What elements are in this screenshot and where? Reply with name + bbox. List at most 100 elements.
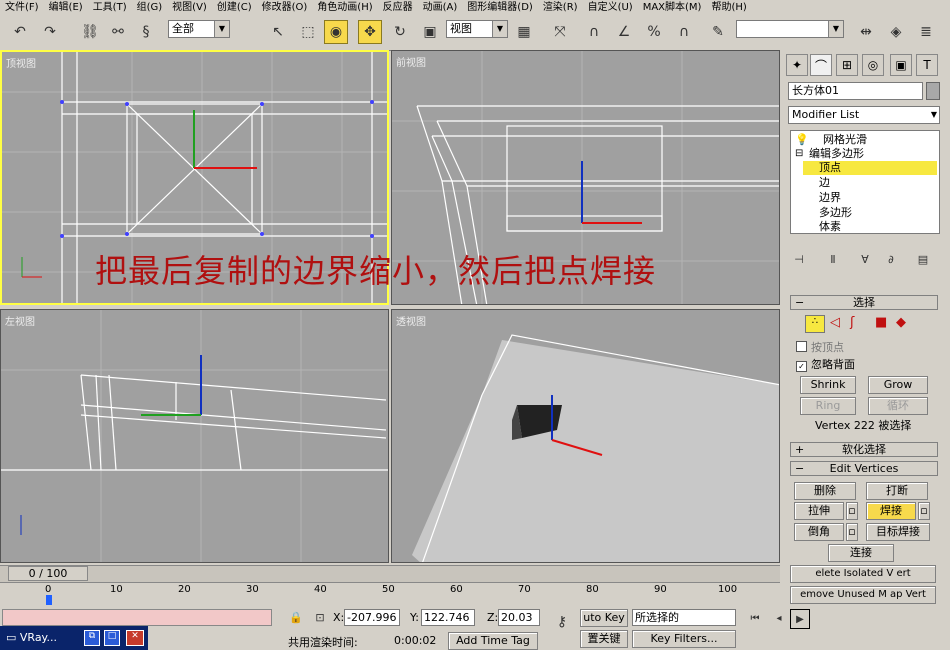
motion-tab-icon[interactable]: ◎ bbox=[862, 54, 884, 76]
stack-item-element[interactable]: 体素 bbox=[819, 220, 841, 234]
key-filters-button[interactable]: Key Filters... bbox=[632, 630, 736, 648]
menu-group[interactable]: 组(G) bbox=[132, 1, 168, 15]
select-object-icon[interactable]: ↖ bbox=[266, 20, 290, 44]
make-unique-icon[interactable]: ∀ bbox=[856, 250, 874, 268]
by-vertex-checkbox[interactable]: 按顶点 bbox=[796, 339, 844, 355]
rectangle-selection-icon[interactable]: ⬚ bbox=[296, 20, 320, 44]
menu-maxscript[interactable]: MAX脚本(M) bbox=[638, 1, 707, 15]
display-tab-icon[interactable]: ▣ bbox=[890, 54, 912, 76]
layer-manager-icon[interactable]: ≣ bbox=[914, 20, 938, 44]
selection-filter-dropdown[interactable]: 全部 ▼ bbox=[168, 20, 230, 38]
stack-item-meshsmooth[interactable]: 网格光滑 bbox=[823, 133, 867, 147]
viewport-perspective[interactable]: 透视图 bbox=[391, 309, 780, 563]
chamfer-settings-button[interactable]: ▫ bbox=[846, 523, 858, 541]
absolute-mode-icon[interactable]: ⊡ bbox=[312, 609, 328, 625]
loop-button[interactable]: 循环 bbox=[868, 397, 928, 415]
previous-frame-icon[interactable]: ◂ bbox=[770, 609, 788, 627]
break-button[interactable]: 打断 bbox=[866, 482, 928, 500]
target-weld-button[interactable]: 目标焊接 bbox=[866, 523, 930, 541]
object-color-swatch[interactable] bbox=[926, 82, 940, 100]
reference-coordinate-dropdown[interactable]: 视图 ▼ bbox=[446, 20, 508, 38]
vertex-mode-icon[interactable]: ∴ bbox=[805, 315, 825, 333]
rollout-soft-selection[interactable]: + 软化选择 bbox=[790, 442, 938, 457]
link-icon[interactable]: ⛓ bbox=[78, 20, 102, 44]
stack-item-vertex[interactable]: 顶点 bbox=[803, 161, 937, 175]
play-icon[interactable]: ▶ bbox=[790, 609, 810, 629]
select-manipulate-icon[interactable]: ⤧ bbox=[548, 20, 572, 44]
scale-icon[interactable]: ▣ bbox=[418, 20, 442, 44]
extrude-settings-button[interactable]: ▫ bbox=[846, 502, 858, 520]
remove-modifier-icon[interactable]: ∂ bbox=[882, 250, 900, 268]
track-bar[interactable]: 0 10 20 30 40 50 60 70 80 90 100 bbox=[0, 582, 780, 607]
unlink-icon[interactable]: ⚯ bbox=[106, 20, 130, 44]
edge-mode-icon[interactable]: ◁ bbox=[830, 315, 840, 330]
z-coordinate-field[interactable]: 20.03 bbox=[498, 609, 540, 626]
taskbar-item-vray[interactable]: ▭ VRay... bbox=[6, 631, 57, 644]
redo-icon[interactable]: ↷ bbox=[38, 20, 62, 44]
configure-sets-icon[interactable]: ▤ bbox=[914, 250, 932, 268]
object-name-field[interactable]: 长方体01 bbox=[788, 82, 923, 100]
key-mode-dropdown[interactable]: 所选择的 bbox=[632, 609, 736, 626]
menu-reactor[interactable]: 反应器 bbox=[378, 1, 418, 15]
grow-button[interactable]: Grow bbox=[868, 376, 928, 394]
auto-key-button[interactable]: uto Key bbox=[580, 609, 628, 627]
close-icon[interactable]: ✕ bbox=[126, 630, 144, 646]
x-coordinate-field[interactable]: -207.996 bbox=[344, 609, 400, 626]
rollout-selection[interactable]: − 选择 bbox=[790, 295, 938, 310]
angle-snap-icon[interactable]: ∠ bbox=[612, 20, 636, 44]
hierarchy-tab-icon[interactable]: ⊞ bbox=[836, 54, 858, 76]
time-slider[interactable]: 0 / 100 bbox=[0, 565, 780, 583]
stack-item-edit-poly[interactable]: 编辑多边形 bbox=[809, 147, 864, 161]
viewport-left[interactable]: 左视图 bbox=[0, 309, 389, 563]
collapse-toggle-icon[interactable]: ⊟ bbox=[795, 147, 803, 161]
menu-animation[interactable]: 动画(A) bbox=[418, 1, 463, 15]
menu-edit[interactable]: 编辑(E) bbox=[44, 1, 88, 15]
utilities-tab-icon[interactable]: T bbox=[916, 54, 938, 76]
mirror-icon[interactable]: ⇹ bbox=[854, 20, 878, 44]
rotate-icon[interactable]: ↻ bbox=[388, 20, 412, 44]
lightbulb-icon[interactable]: 💡 bbox=[795, 133, 809, 147]
remove-button[interactable]: 删除 bbox=[794, 482, 856, 500]
chamfer-button[interactable]: 倒角 bbox=[794, 523, 844, 541]
edit-named-selection-icon[interactable]: ✎ bbox=[706, 20, 730, 44]
menu-views[interactable]: 视图(V) bbox=[167, 1, 212, 15]
bind-space-warp-icon[interactable]: § bbox=[134, 20, 158, 44]
extrude-button[interactable]: 拉伸 bbox=[794, 502, 844, 520]
maxscript-listener[interactable] bbox=[2, 609, 272, 626]
shrink-button[interactable]: Shrink bbox=[800, 376, 856, 394]
element-mode-icon[interactable]: ◆ bbox=[896, 315, 906, 330]
menu-character[interactable]: 角色动画(H) bbox=[312, 1, 377, 15]
set-key-button[interactable]: 置关键 bbox=[580, 630, 628, 648]
snap-3d-icon[interactable]: ∩ bbox=[582, 20, 606, 44]
menu-file[interactable]: 文件(F) bbox=[0, 1, 44, 15]
window-crossing-icon[interactable]: ◉ bbox=[324, 20, 348, 44]
menu-help[interactable]: 帮助(H) bbox=[706, 1, 751, 15]
show-end-result-icon[interactable]: Ⅱ bbox=[824, 250, 842, 268]
border-mode-icon[interactable]: ʃ bbox=[850, 315, 854, 330]
time-slider-thumb[interactable]: 0 / 100 bbox=[8, 566, 88, 581]
stack-item-edge[interactable]: 边 bbox=[819, 176, 830, 190]
create-tab-icon[interactable]: ✦ bbox=[786, 54, 808, 76]
menu-create[interactable]: 创建(C) bbox=[212, 1, 257, 15]
maximize-icon[interactable]: □ bbox=[104, 630, 120, 646]
menu-customize[interactable]: 自定义(U) bbox=[583, 1, 638, 15]
y-coordinate-field[interactable]: 122.746 bbox=[421, 609, 475, 626]
add-time-tag-button[interactable]: Add Time Tag bbox=[448, 632, 538, 650]
weld-settings-button[interactable]: ▫ bbox=[918, 502, 930, 520]
polygon-mode-icon[interactable]: ■ bbox=[875, 315, 887, 330]
pin-stack-icon[interactable]: ⊣ bbox=[790, 250, 808, 268]
modify-tab-icon[interactable]: ⌒ bbox=[810, 54, 832, 76]
move-icon[interactable]: ✥ bbox=[358, 20, 382, 44]
ring-button[interactable]: Ring bbox=[800, 397, 856, 415]
menu-rendering[interactable]: 渲染(R) bbox=[538, 1, 583, 15]
menu-tools[interactable]: 工具(T) bbox=[88, 1, 132, 15]
lock-selection-icon[interactable]: 🔒 bbox=[288, 609, 304, 625]
restore-icon[interactable]: ⧉ bbox=[84, 630, 100, 646]
key-icon[interactable]: ⚷ bbox=[550, 610, 574, 634]
remove-isolated-vertices-button[interactable]: elete Isolated V ert bbox=[790, 565, 936, 583]
menu-graph-editors[interactable]: 图形编辑器(D) bbox=[462, 1, 538, 15]
go-to-start-icon[interactable]: ⏮ bbox=[746, 609, 764, 627]
rollout-edit-vertices[interactable]: − Edit Vertices bbox=[790, 461, 938, 476]
percent-snap-icon[interactable]: % bbox=[642, 20, 666, 44]
ignore-backfacing-checkbox[interactable]: ✓ 忽略背面 bbox=[796, 356, 855, 372]
